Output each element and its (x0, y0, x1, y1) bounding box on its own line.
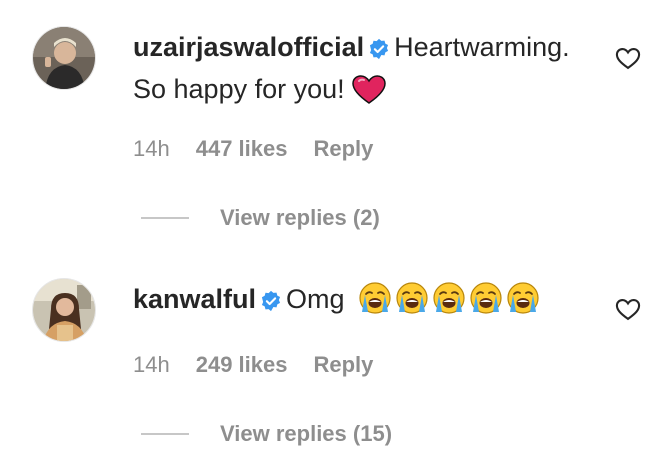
loudly-crying-face-emoji (395, 281, 429, 325)
avatar[interactable] (32, 278, 96, 342)
loudly-crying-face-emoji (432, 281, 466, 325)
red-heart-emoji (352, 75, 386, 115)
avatar-image (33, 279, 95, 341)
view-replies-button[interactable]: View replies (2) (220, 205, 380, 231)
heart-outline-icon[interactable] (614, 44, 642, 72)
comment-meta: 14h 249 likes Reply (133, 352, 399, 378)
verified-badge-icon (368, 32, 390, 70)
comment-username[interactable]: kanwalful (133, 284, 256, 314)
comment-timestamp: 14h (133, 352, 170, 377)
likes-count-link[interactable]: 447 likes (196, 136, 288, 161)
comment-text-line2: So happy for you! (133, 74, 345, 104)
replies-divider (141, 433, 189, 435)
comment-meta: 14h 447 likes Reply (133, 136, 399, 162)
replies-divider (141, 217, 189, 219)
comment-body: kanwalful Omg (133, 280, 603, 325)
comment-timestamp: 14h (133, 136, 170, 161)
likes-count-link[interactable]: 249 likes (196, 352, 288, 377)
verified-badge-icon (260, 284, 282, 322)
comment-item: uzairjaswalofficial Heartwarming. So happ… (0, 0, 670, 250)
avatar[interactable] (32, 26, 96, 90)
heart-outline-icon[interactable] (614, 295, 642, 323)
comment-item: kanwalful Omg 14h 249 likes Reply View repl… (0, 250, 670, 474)
comment-username[interactable]: uzairjaswalofficial (133, 32, 364, 62)
loudly-crying-face-emoji (358, 281, 392, 325)
reply-button[interactable]: Reply (313, 352, 373, 377)
emoji-row (358, 282, 543, 314)
loudly-crying-face-emoji (469, 281, 503, 325)
comment-text: Omg (286, 284, 345, 314)
view-replies-button[interactable]: View replies (15) (220, 421, 392, 447)
loudly-crying-face-emoji (506, 281, 540, 325)
comment-body: uzairjaswalofficial Heartwarming. So happ… (133, 28, 603, 115)
reply-button[interactable]: Reply (313, 136, 373, 161)
avatar-image (33, 27, 95, 89)
comment-text-line1: Heartwarming. (394, 32, 570, 62)
